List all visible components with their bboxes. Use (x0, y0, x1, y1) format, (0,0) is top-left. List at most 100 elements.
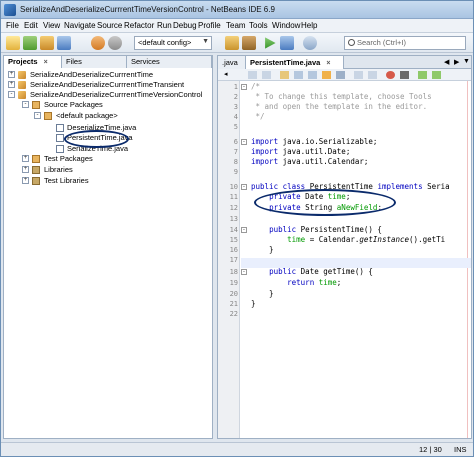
open-project-icon[interactable] (40, 36, 54, 50)
stop-macro-icon[interactable] (400, 71, 409, 79)
toggle-highlight-icon[interactable] (322, 71, 331, 79)
next-occurrence-icon[interactable] (308, 71, 317, 79)
collapse-icon[interactable]: - (22, 101, 29, 108)
code-line[interactable]: import java.io.Serializable; (251, 137, 377, 146)
code-line[interactable]: } (251, 245, 274, 254)
status-bar: 12 | 30 INS (1, 442, 473, 456)
scroll-right-icon[interactable]: ▶ (454, 58, 459, 66)
record-macro-icon[interactable] (386, 71, 395, 79)
code-line[interactable]: } (251, 289, 274, 298)
library-icon (32, 166, 40, 174)
line-number: 13 (229, 215, 238, 223)
code-line[interactable]: * and open the template in the editor. (251, 102, 428, 111)
tab-other-java[interactable]: .java (218, 56, 246, 69)
expand-icon[interactable]: + (22, 177, 29, 184)
run-icon[interactable] (265, 37, 276, 49)
line-number: 4 (233, 113, 238, 121)
line-number: 9 (233, 168, 238, 176)
collapse-icon[interactable]: - (34, 112, 41, 119)
code-line[interactable]: } (251, 299, 256, 308)
expand-icon[interactable]: + (22, 166, 29, 173)
code-line[interactable]: /* (251, 82, 260, 91)
search-placeholder: Search (Ctrl+I) (357, 38, 406, 47)
back-icon[interactable] (248, 71, 257, 79)
code-line[interactable]: public Date getTime() { (251, 267, 373, 276)
new-project-icon[interactable] (23, 36, 37, 50)
tab-files[interactable]: Files (62, 56, 127, 68)
line-number: 5 (233, 123, 238, 131)
library-icon (32, 177, 40, 185)
menu-debug[interactable]: Debug (173, 21, 197, 30)
code-line[interactable]: import java.util.Date; (251, 147, 350, 156)
fold-toggle-icon[interactable]: - (241, 227, 247, 233)
line-number: 1 (233, 83, 238, 91)
source-tab[interactable]: ◂ (224, 70, 228, 78)
java-file-icon (56, 145, 64, 153)
expand-icon[interactable]: + (8, 71, 15, 78)
package-folder-icon (32, 155, 40, 163)
tab-services[interactable]: Services (127, 56, 212, 68)
clean-build-icon[interactable] (225, 36, 239, 50)
shift-right-icon[interactable] (368, 71, 377, 79)
expand-icon[interactable]: + (22, 155, 29, 162)
build-icon[interactable] (242, 36, 256, 50)
fold-toggle-icon[interactable]: - (241, 269, 247, 275)
undo-icon[interactable] (91, 36, 105, 50)
window-title: SerializeAndDeserializeCurrrentTimeVersi… (20, 5, 275, 14)
expand-icon[interactable]: + (8, 81, 15, 88)
menu-profile[interactable]: Profile (198, 21, 221, 30)
code-line[interactable]: import java.util.Calendar; (251, 157, 368, 166)
new-file-icon[interactable] (6, 36, 20, 50)
uncomment-icon[interactable] (432, 71, 441, 79)
menu-window[interactable]: Window (272, 21, 300, 30)
fold-toggle-icon[interactable]: - (241, 139, 247, 145)
fold-toggle-icon[interactable]: - (241, 84, 247, 90)
tab-list-icon[interactable]: ▼ (463, 58, 470, 65)
code-line[interactable]: * To change this template, choose Tools (251, 92, 432, 101)
redo-icon[interactable] (108, 36, 122, 50)
close-icon[interactable]: × (326, 60, 330, 67)
menu-edit[interactable]: Edit (24, 21, 38, 30)
menu-tools[interactable]: Tools (249, 21, 268, 30)
main-toolbar: <default config> ▼ Search (Ctrl+I) (1, 33, 473, 53)
fold-toggle-icon[interactable]: - (241, 184, 247, 190)
tab-projects[interactable]: Projects × (4, 56, 62, 68)
find-icon[interactable] (280, 71, 289, 79)
search-icon (348, 39, 355, 46)
line-number: 12 (229, 204, 238, 212)
menu-help[interactable]: Help (301, 21, 317, 30)
menu-run[interactable]: Run (157, 21, 172, 30)
bookmark-icon[interactable] (336, 71, 345, 79)
collapse-icon[interactable]: - (8, 91, 15, 98)
prev-occurrence-icon[interactable] (294, 71, 303, 79)
menu-navigate[interactable]: Navigate (64, 21, 96, 30)
menu-source[interactable]: Source (97, 21, 122, 30)
package-folder-icon (32, 101, 40, 109)
debug-icon[interactable] (280, 36, 294, 50)
code-line[interactable]: */ (251, 112, 265, 121)
profile-icon[interactable] (303, 36, 317, 50)
scroll-left-icon[interactable]: ◀ (444, 58, 449, 66)
config-dropdown[interactable]: <default config> ▼ (134, 36, 212, 50)
line-number: 20 (229, 290, 238, 298)
menu-view[interactable]: View (43, 21, 60, 30)
menu-file[interactable]: File (6, 21, 19, 30)
menu-team[interactable]: Team (226, 21, 246, 30)
line-number: 3 (233, 103, 238, 111)
editor-tabs: .java PersistentTime.java × ◀ ▶ ▼ (218, 56, 471, 69)
close-icon[interactable]: × (44, 59, 48, 66)
package-icon (44, 112, 52, 120)
shift-left-icon[interactable] (354, 71, 363, 79)
menu-refactor[interactable]: Refactor (124, 21, 154, 30)
line-number: 16 (229, 246, 238, 254)
save-all-icon[interactable] (57, 36, 71, 50)
forward-icon[interactable] (262, 71, 271, 79)
project-icon (18, 91, 26, 99)
ide-window: SerializeAndDeserializeCurrrentTimeVersi… (0, 0, 474, 457)
search-input[interactable]: Search (Ctrl+I) (344, 36, 466, 50)
tab-persistenttime[interactable]: PersistentTime.java × (246, 56, 344, 69)
code-line[interactable]: time = Calendar.getInstance().getTi (251, 235, 445, 244)
code-line[interactable]: public PersistentTime() { (251, 225, 382, 234)
comment-icon[interactable] (418, 71, 427, 79)
code-line[interactable]: return time; (251, 278, 341, 287)
